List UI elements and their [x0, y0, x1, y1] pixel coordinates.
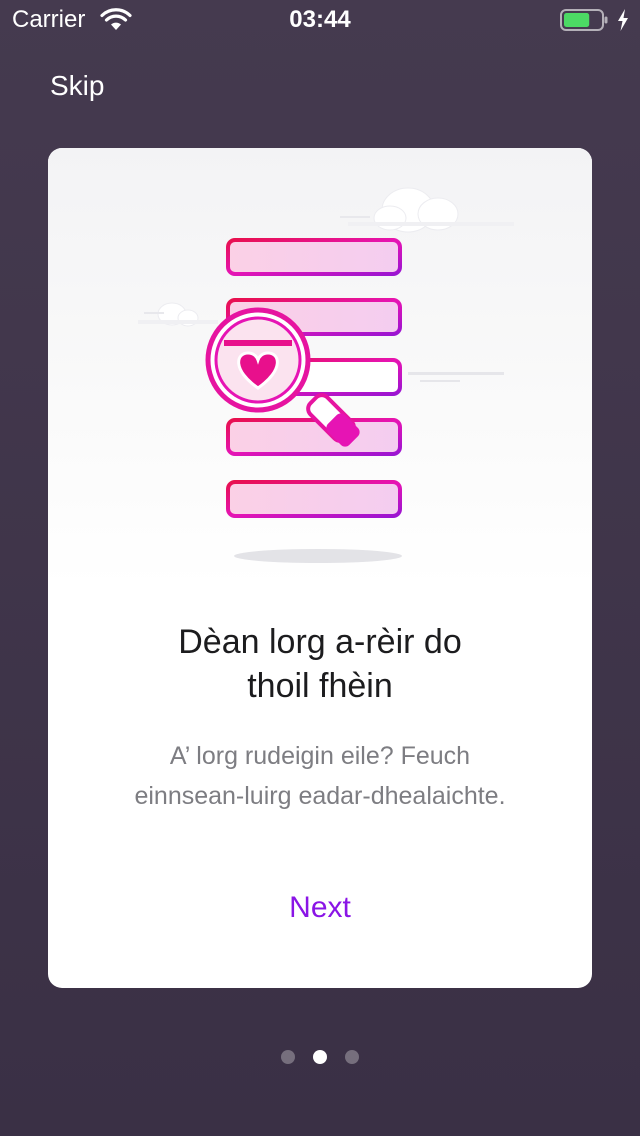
charging-bolt-icon: [618, 9, 628, 31]
clock: 03:44: [289, 6, 351, 33]
card-title-line2: thoil fhèin: [247, 667, 393, 705]
card-title-line1: Dèan lorg a-rèir do: [178, 623, 462, 661]
page-dot[interactable]: [281, 1050, 295, 1064]
card-subtitle-line2: einnsean-luirg eadar-dhealaichte.: [134, 782, 506, 810]
skip-button[interactable]: Skip: [50, 70, 104, 102]
cloud-icon: [340, 187, 514, 233]
card-title: Dèan lorg a-rèir do thoil fhèin: [88, 620, 552, 708]
page-dot-active[interactable]: [313, 1050, 327, 1064]
status-bar: Carrier 03:44: [0, 0, 640, 40]
cloud-icon: [138, 302, 218, 327]
page-indicator[interactable]: [0, 1050, 640, 1064]
onboarding-card: Dèan lorg a-rèir do thoil fhèin A’ lorg …: [48, 148, 592, 988]
card-subtitle: A’ lorg rudeigin eile? Feuch einnsean-lu…: [78, 736, 562, 816]
search-list-illustration: [138, 187, 514, 563]
page-dot[interactable]: [345, 1050, 359, 1064]
next-button[interactable]: Next: [220, 886, 420, 930]
card-subtitle-line1: A’ lorg rudeigin eile? Feuch: [169, 742, 471, 770]
battery-icon: [560, 9, 608, 31]
